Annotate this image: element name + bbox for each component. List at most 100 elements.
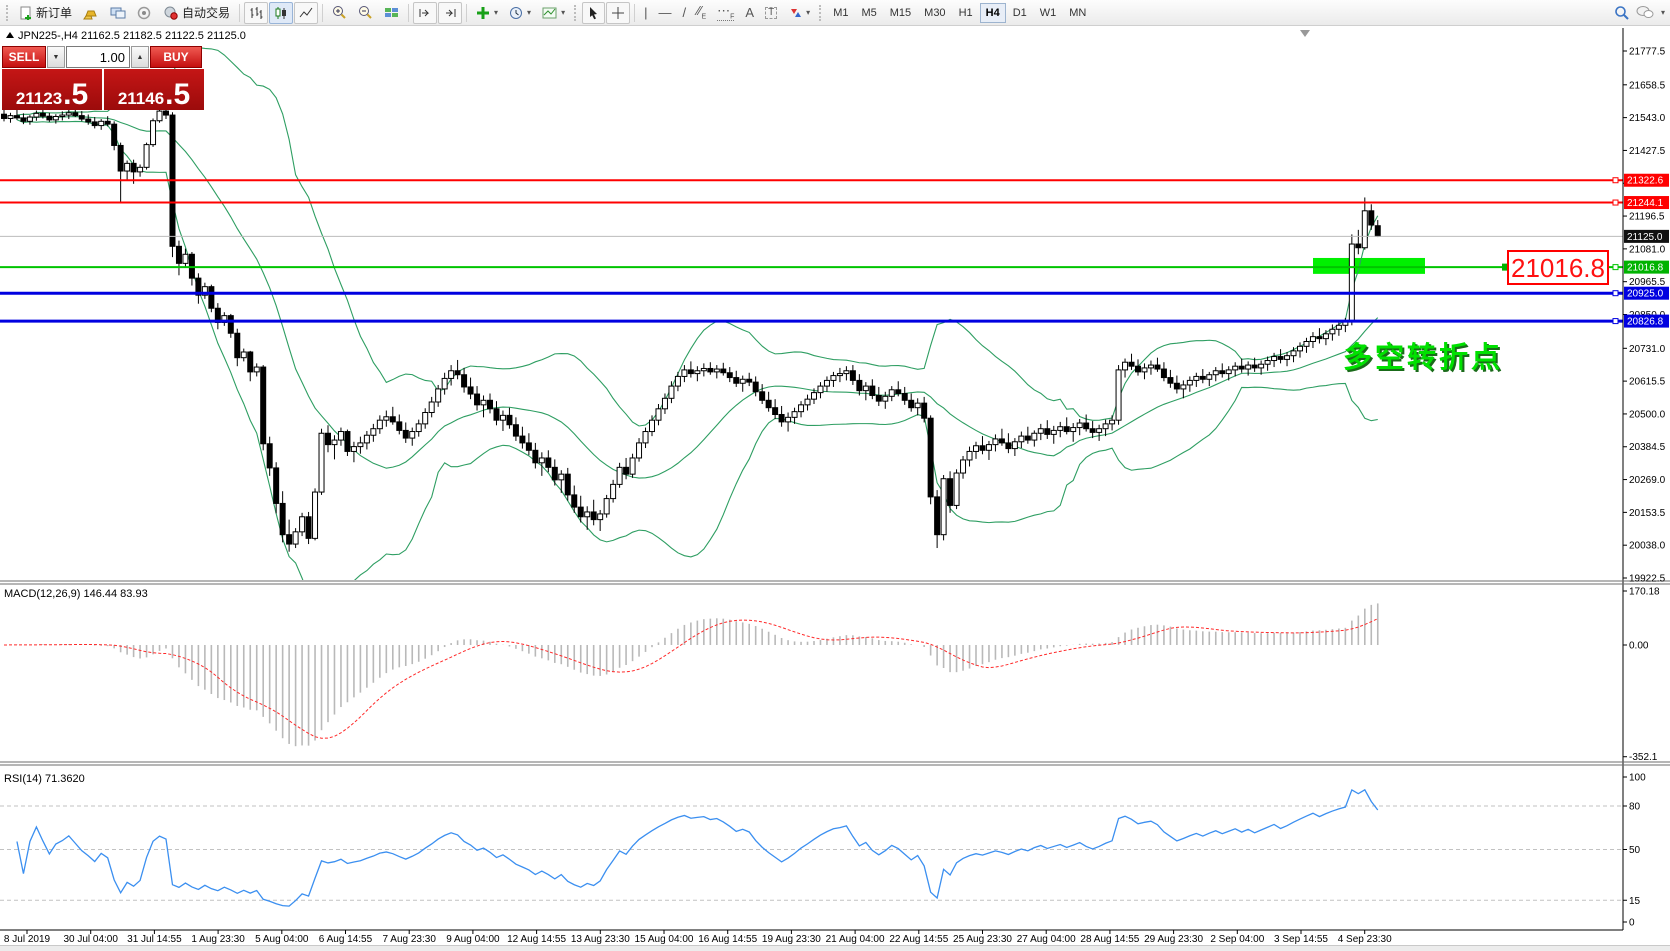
sell-price-fraction: .5: [63, 77, 89, 111]
hline-anchor-handle[interactable]: [1612, 177, 1619, 184]
fibonacci-tool-button[interactable]: ⋯F: [712, 2, 739, 24]
search-icon[interactable]: [1614, 5, 1630, 21]
bar-chart-mode-button[interactable]: [244, 1, 269, 24]
toolbar-drag-handle[interactable]: [574, 4, 578, 21]
trendline-tool-button[interactable]: /: [677, 2, 691, 24]
signal-icon: [137, 6, 151, 19]
volume-input[interactable]: [66, 46, 130, 68]
svg-text:13 Aug 23:30: 13 Aug 23:30: [571, 934, 630, 945]
chart-shift-button[interactable]: [438, 1, 463, 24]
turning-point-note[interactable]: 多空转折点: [1343, 340, 1503, 374]
volume-decrease-button[interactable]: ▼: [47, 46, 65, 68]
svg-text:-352.1: -352.1: [1629, 752, 1658, 763]
price-annotation-box[interactable]: 21016.8: [1507, 250, 1609, 285]
rsi-line: [16, 788, 1379, 907]
shapes-caret-icon: ▾: [806, 8, 811, 17]
chat-icon[interactable]: [1636, 5, 1654, 20]
svg-text:21081.0: 21081.0: [1629, 244, 1666, 255]
templates-button[interactable]: ▾: [537, 2, 570, 24]
svg-text:100: 100: [1629, 773, 1646, 784]
sell-button[interactable]: SELL: [2, 46, 46, 68]
tile-windows-button[interactable]: [379, 2, 404, 24]
autotrade-button[interactable]: 自动交易: [158, 2, 235, 24]
horizontal-line-tool-button[interactable]: —: [653, 2, 676, 24]
svg-text:20500.0: 20500.0: [1629, 409, 1666, 420]
rsi-indicator-label: RSI(14) 71.3620: [4, 773, 85, 785]
hline-anchor-handle[interactable]: [1612, 264, 1619, 271]
hline-anchor-handle[interactable]: [1612, 318, 1619, 325]
hline-anchor-handle[interactable]: [1612, 290, 1619, 297]
svg-text:21658.5: 21658.5: [1629, 80, 1666, 91]
rsi-axis-ticks: 100 80 50 15 0: [1623, 773, 1646, 929]
svg-text:21016.8: 21016.8: [1627, 263, 1664, 274]
symbol-ohlc-header: JPN225-,H4 21162.5 21182.5 21122.5 21125…: [18, 30, 246, 42]
indicators-button[interactable]: ▾: [471, 2, 503, 24]
zoom-out-icon: [359, 6, 372, 19]
toolbar-drag-handle[interactable]: [6, 4, 10, 21]
text-tool-button[interactable]: A: [740, 2, 759, 24]
macd-histogram: [9, 603, 1379, 747]
symbol-collapse-icon[interactable]: [6, 32, 14, 38]
candle-chart-mode-button[interactable]: [269, 1, 294, 24]
periods-caret-icon: ▾: [527, 8, 532, 17]
toolbar-drag-handle[interactable]: [819, 4, 823, 21]
volume-increase-button[interactable]: ▲: [131, 46, 149, 68]
toolbar-overflow-icon[interactable]: ▾: [1661, 8, 1665, 17]
svg-text:25 Aug 23:30: 25 Aug 23:30: [953, 934, 1012, 945]
line-chart-mode-button[interactable]: [294, 1, 319, 24]
vertical-line-tool-button[interactable]: |: [639, 2, 652, 24]
market-watch-button[interactable]: [78, 2, 104, 24]
templates-icon: [542, 7, 557, 18]
toolbar-separator: [322, 3, 324, 22]
signal-button[interactable]: [132, 2, 157, 24]
crosshair-icon: [612, 6, 625, 19]
tf-m30-button[interactable]: M30: [918, 3, 951, 23]
chart-canvas[interactable]: 21777.521658.521543.021427.521312.021196…: [0, 0, 1670, 951]
auto-scroll-button[interactable]: [413, 1, 438, 24]
channel-tool-button[interactable]: ⁄⁄E: [692, 2, 711, 24]
tf-m15-button[interactable]: M15: [884, 3, 917, 23]
tf-m1-button[interactable]: M1: [827, 3, 854, 23]
trendline-icon: /: [682, 5, 687, 20]
tf-mn-button[interactable]: MN: [1063, 3, 1092, 23]
svg-text:0: 0: [1629, 918, 1635, 929]
status-bar: [0, 945, 1670, 951]
shapes-tool-button[interactable]: ▾: [783, 2, 815, 24]
svg-text:8 Jul 2019: 8 Jul 2019: [4, 934, 51, 945]
zoom-out-button[interactable]: [353, 2, 378, 24]
crosshair-tool-button[interactable]: [606, 1, 631, 24]
svg-text:20731.0: 20731.0: [1629, 344, 1666, 355]
chart-shift-marker[interactable]: [1300, 30, 1310, 37]
tf-m5-button[interactable]: M5: [855, 3, 882, 23]
zoom-in-button[interactable]: [327, 2, 352, 24]
axis-price-label: 21125.0: [1624, 229, 1669, 243]
svg-text:6 Aug 14:55: 6 Aug 14:55: [319, 934, 373, 945]
svg-text:29 Aug 23:30: 29 Aug 23:30: [1144, 934, 1203, 945]
bar-chart-icon: [250, 6, 263, 19]
macd-axis-ticks: 170.18 0.00 -352.1: [1623, 587, 1660, 763]
buy-price-display[interactable]: 21146.5: [104, 69, 204, 110]
svg-text:19 Aug 23:30: 19 Aug 23:30: [762, 934, 821, 945]
chart-shift-icon: [446, 8, 456, 17]
autotrade-label: 自动交易: [182, 6, 231, 20]
toolbar-separator: [466, 3, 468, 22]
new-order-button[interactable]: 新订单: [14, 2, 77, 24]
svg-text:5 Aug 04:00: 5 Aug 04:00: [255, 934, 309, 945]
svg-text:19922.5: 19922.5: [1629, 573, 1666, 584]
periods-button[interactable]: ▾: [504, 2, 536, 24]
mt4-window: 新订单 自动交易 ▾ ▾ ▾ | — / ⁄⁄E ⋯F A T ▾ M1 M5 …: [0, 0, 1670, 951]
buy-button[interactable]: BUY: [150, 46, 202, 68]
axis-price-label: 21322.6: [1624, 173, 1669, 187]
label-tool-button[interactable]: T: [760, 2, 782, 24]
support-zone-rect[interactable]: [1313, 257, 1425, 274]
terminals-button[interactable]: [105, 2, 131, 24]
tf-d1-button[interactable]: D1: [1007, 3, 1033, 23]
auto-scroll-icon: [419, 8, 430, 17]
tf-h4-button[interactable]: H4: [979, 2, 1006, 23]
hline-anchor-handle[interactable]: [1612, 199, 1619, 206]
cursor-tool-button[interactable]: [582, 1, 606, 24]
svg-text:2 Sep 04:00: 2 Sep 04:00: [1210, 934, 1264, 945]
tf-h1-button[interactable]: H1: [953, 3, 979, 23]
tf-w1-button[interactable]: W1: [1034, 3, 1063, 23]
sell-price-display[interactable]: 21123.5: [2, 69, 102, 110]
